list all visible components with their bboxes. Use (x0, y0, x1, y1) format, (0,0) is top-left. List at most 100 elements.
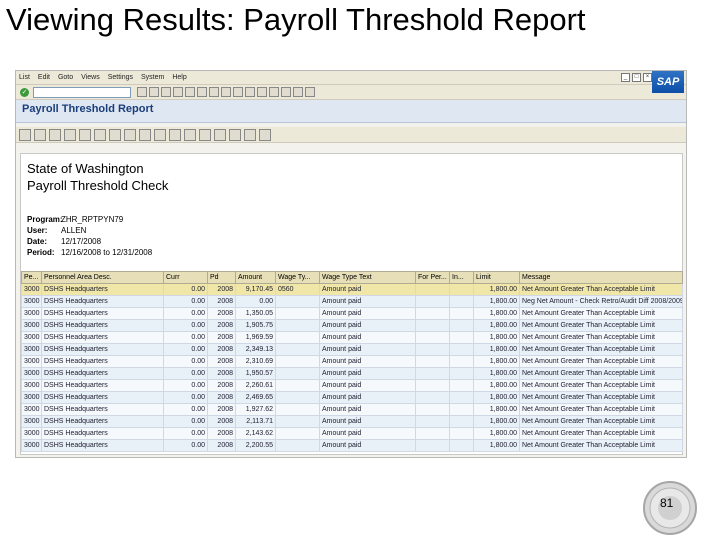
report-area: State of Washington Payroll Threshold Ch… (20, 153, 683, 455)
next-page-icon[interactable] (245, 87, 255, 97)
menu-edit[interactable]: Edit (38, 74, 50, 81)
table-row[interactable]: 3000 DSHS Headquarters 0.00 2008 1,905.75 Amo… (21, 319, 683, 332)
column-header[interactable]: Wage Ty... (275, 271, 320, 284)
column-header[interactable]: Wage Type Text (319, 271, 416, 284)
table-cell: 1,800.00 (473, 307, 520, 320)
column-header[interactable]: Curr (163, 271, 208, 284)
previous-page-icon[interactable] (233, 87, 243, 97)
table-cell (449, 355, 474, 368)
print-preview-icon[interactable] (109, 128, 121, 141)
info-icon[interactable] (259, 128, 271, 141)
column-header[interactable]: In... (449, 271, 474, 284)
menu-list[interactable]: List (19, 74, 30, 81)
table-row[interactable]: 3000 DSHS Headquarters 0.00 2008 1,969.59 Amo… (21, 331, 683, 344)
last-page-icon[interactable] (257, 87, 267, 97)
exit-icon[interactable] (161, 87, 171, 97)
find-next-icon[interactable] (209, 87, 219, 97)
table-row[interactable]: 3000 DSHS Headquarters 0.00 2008 9,170.45 056… (21, 283, 683, 296)
table-row[interactable]: 3000 DSHS Headquarters 0.00 2008 2,260.61 Amo… (21, 379, 683, 392)
column-header[interactable]: Pe... (21, 271, 42, 284)
table-cell (449, 343, 474, 356)
column-header[interactable]: Message (519, 271, 683, 284)
graphic-icon[interactable] (184, 128, 196, 141)
table-cell: 1,800.00 (473, 283, 520, 296)
save-layout-icon[interactable] (229, 128, 241, 141)
table-cell (415, 403, 450, 416)
table-cell: 2,349.13 (235, 343, 276, 356)
table-cell: DSHS Headquarters (41, 391, 164, 404)
table-cell: 2008 (207, 307, 236, 320)
table-row[interactable]: 3000 DSHS Headquarters 0.00 2008 2,310.69 Amo… (21, 355, 683, 368)
column-header[interactable]: Personnel Area Desc. (41, 271, 164, 284)
change-layout-icon[interactable] (199, 128, 211, 141)
select-layout-icon[interactable] (214, 128, 226, 141)
table-cell (415, 343, 450, 356)
table-cell (449, 307, 474, 320)
table-cell: Net Amount Greater Than Acceptable Limit (519, 427, 683, 440)
save-icon[interactable] (137, 87, 147, 97)
find-icon[interactable] (197, 87, 207, 97)
layout-icon[interactable] (305, 87, 315, 97)
slide-title: Viewing Results: Payroll Threshold Repor… (6, 2, 586, 37)
help-icon[interactable] (293, 87, 303, 97)
table-row[interactable]: 3000 DSHS Headquarters 0.00 2008 1,927.62 Amo… (21, 403, 683, 416)
table-cell: 1,800.00 (473, 403, 520, 416)
sort-descending-icon[interactable] (49, 128, 61, 141)
print-icon[interactable] (185, 87, 195, 97)
table-cell: 1,950.57 (235, 367, 276, 380)
details-icon[interactable] (19, 128, 31, 141)
excel-icon[interactable] (124, 128, 136, 141)
abc-analysis-icon[interactable] (244, 128, 256, 141)
table-cell: 1,927.62 (235, 403, 276, 416)
column-header[interactable]: For Per... (415, 271, 450, 284)
table-row[interactable]: 3000 DSHS Headquarters 0.00 2008 1,950.57 Amo… (21, 367, 683, 380)
menu-help[interactable]: Help (172, 74, 186, 81)
menu-system[interactable]: System (141, 74, 164, 81)
column-header[interactable]: Limit (473, 271, 520, 284)
command-field[interactable] (33, 86, 131, 98)
table-cell: Amount paid (319, 439, 416, 452)
mail-icon[interactable] (169, 128, 181, 141)
subtotal-icon[interactable] (94, 128, 106, 141)
table-row[interactable]: 3000 DSHS Headquarters 0.00 2008 1,350.05 Amo… (21, 307, 683, 320)
menu-goto[interactable]: Goto (58, 74, 73, 81)
table-row[interactable]: 3000 DSHS Headquarters 0.00 2008 2,349.13 Amo… (21, 343, 683, 356)
column-header[interactable]: Amount (235, 271, 276, 284)
table-cell (415, 427, 450, 440)
sum-icon[interactable] (79, 128, 91, 141)
close-icon[interactable]: × (643, 73, 652, 82)
local-file-icon[interactable] (154, 128, 166, 141)
table-cell: DSHS Headquarters (41, 283, 164, 296)
column-header[interactable]: Pd (207, 271, 236, 284)
new-session-icon[interactable] (269, 87, 279, 97)
table-row[interactable]: 3000 DSHS Headquarters 0.00 2008 2,469.65 Amo… (21, 391, 683, 404)
table-cell: 0.00 (163, 379, 208, 392)
application-toolbar (16, 127, 686, 143)
word-icon[interactable] (139, 128, 151, 141)
table-row[interactable]: 3000 DSHS Headquarters 0.00 2008 0.00 Amount … (21, 295, 683, 308)
table-cell: 1,905.75 (235, 319, 276, 332)
menu-settings[interactable]: Settings (108, 74, 133, 81)
table-row[interactable]: 3000 DSHS Headquarters 0.00 2008 2,200.55 Amo… (21, 439, 683, 452)
info-date: Date: 12/17/2008 (27, 237, 102, 246)
table-cell: 2,200.55 (235, 439, 276, 452)
sort-ascending-icon[interactable] (34, 128, 46, 141)
minimize-icon[interactable]: _ (621, 73, 630, 82)
back-icon[interactable] (149, 87, 159, 97)
table-cell: 3000 (21, 379, 42, 392)
table-cell (449, 283, 474, 296)
table-cell: 2008 (207, 391, 236, 404)
enter-icon[interactable]: ✓ (20, 87, 29, 97)
shortcut-icon[interactable] (281, 87, 291, 97)
table-row[interactable]: 3000 DSHS Headquarters 0.00 2008 2,143.62 Amo… (21, 427, 683, 440)
table-cell (415, 319, 450, 332)
table-cell: 1,800.00 (473, 367, 520, 380)
cancel-icon[interactable] (173, 87, 183, 97)
maximize-icon[interactable]: □ (632, 73, 641, 82)
filter-icon[interactable] (64, 128, 76, 141)
menu-views[interactable]: Views (81, 74, 100, 81)
table-cell: Net Amount Greater Than Acceptable Limit (519, 331, 683, 344)
first-page-icon[interactable] (221, 87, 231, 97)
table-cell: 2008 (207, 319, 236, 332)
table-row[interactable]: 3000 DSHS Headquarters 0.00 2008 2,113.71 Amo… (21, 415, 683, 428)
